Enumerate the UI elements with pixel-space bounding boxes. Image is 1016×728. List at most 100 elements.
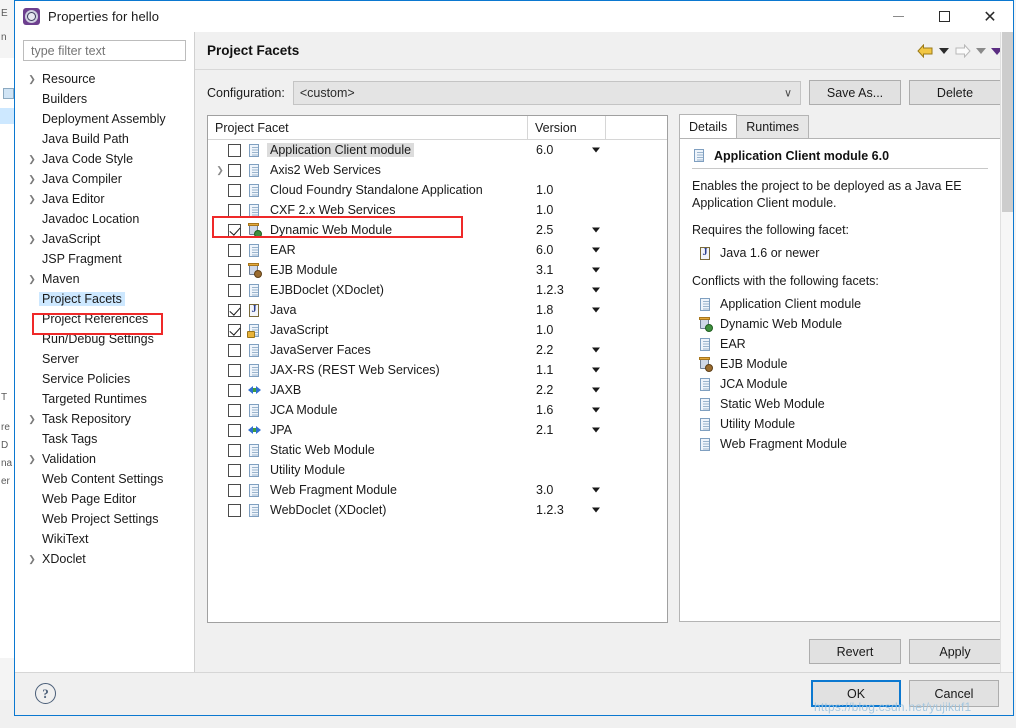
page-scrollbar-thumb[interactable] [1002, 32, 1013, 212]
facet-row[interactable]: ❯CXF 2.x Web Services1.0 [208, 200, 667, 220]
sidebar-item-maven[interactable]: ❯ Maven [15, 269, 194, 289]
facet-checkbox[interactable] [228, 483, 241, 497]
facet-checkbox[interactable] [228, 383, 241, 397]
facet-checkbox[interactable] [228, 183, 241, 197]
configuration-select[interactable]: <custom> ∨ [292, 80, 801, 105]
facet-checkbox[interactable] [228, 343, 241, 357]
facet-checkbox[interactable] [228, 143, 241, 157]
sidebar-item-java-editor[interactable]: ❯ Java Editor [15, 189, 194, 209]
version-dropdown-caret-icon[interactable] [592, 387, 600, 393]
close-button[interactable]: ✕ [967, 1, 1013, 32]
version-dropdown-caret-icon[interactable] [592, 347, 600, 353]
page-scrollbar[interactable] [1000, 32, 1013, 672]
tab-runtimes[interactable]: Runtimes [736, 115, 810, 138]
facet-row[interactable]: ❯Static Web Module [208, 440, 667, 460]
facet-row[interactable]: ❯Dynamic Web Module2.5 [208, 220, 667, 240]
chevron-right-icon[interactable]: ❯ [25, 74, 39, 85]
facet-row[interactable]: ❯JavaScript1.0 [208, 320, 667, 340]
sidebar-item-project-references[interactable]: ❯Project References [15, 309, 194, 329]
facet-row[interactable]: ❯Application Client module6.0 [208, 140, 667, 160]
chevron-right-icon[interactable]: ❯ [25, 174, 39, 185]
sidebar-item-deployment-assembly[interactable]: ❯Deployment Assembly [15, 109, 194, 129]
chevron-right-icon[interactable]: ❯ [25, 554, 39, 565]
sidebar-item-java-compiler[interactable]: ❯ Java Compiler [15, 169, 194, 189]
tab-details[interactable]: Details [679, 114, 738, 138]
facet-row[interactable]: ❯JAX-RS (REST Web Services)1.1 [208, 360, 667, 380]
facet-row[interactable]: ❯Utility Module [208, 460, 667, 480]
save-as-button[interactable]: Save As... [809, 80, 901, 105]
sidebar-item-java-code-style[interactable]: ❯ Java Code Style [15, 149, 194, 169]
chevron-right-icon[interactable]: ❯ [212, 165, 228, 176]
facet-checkbox[interactable] [228, 203, 241, 217]
sidebar-item-builders[interactable]: ❯Builders [15, 89, 194, 109]
facet-checkbox[interactable] [228, 423, 241, 437]
facet-row[interactable]: ❯JCA Module1.6 [208, 400, 667, 420]
help-icon[interactable]: ? [35, 683, 56, 704]
facet-row[interactable]: ❯JJava1.8 [208, 300, 667, 320]
facet-row[interactable]: ❯JPA2.1 [208, 420, 667, 440]
filter-box[interactable] [23, 40, 186, 61]
facet-row[interactable]: ❯WebDoclet (XDoclet)1.2.3 [208, 500, 667, 520]
facet-checkbox[interactable] [228, 263, 241, 277]
sidebar-item-wikitext[interactable]: ❯WikiText [15, 529, 194, 549]
facet-row[interactable]: ❯EJB Module3.1 [208, 260, 667, 280]
chevron-right-icon[interactable]: ❯ [25, 414, 39, 425]
facet-checkbox[interactable] [228, 443, 241, 457]
facet-checkbox[interactable] [228, 163, 241, 177]
facet-row[interactable]: ❯JavaServer Faces2.2 [208, 340, 667, 360]
filter-input[interactable] [29, 42, 180, 59]
facet-checkbox[interactable] [228, 403, 241, 417]
version-dropdown-caret-icon[interactable] [592, 267, 600, 273]
sidebar-item-web-content-settings[interactable]: ❯Web Content Settings [15, 469, 194, 489]
facet-checkbox[interactable] [228, 323, 241, 337]
column-header-project-facet[interactable]: Project Facet [208, 116, 528, 139]
sidebar-item-resource[interactable]: ❯ Resource [15, 69, 194, 89]
sidebar-item-web-project-settings[interactable]: ❯Web Project Settings [15, 509, 194, 529]
chevron-right-icon[interactable]: ❯ [25, 234, 39, 245]
facet-checkbox[interactable] [228, 243, 241, 257]
sidebar-item-targeted-runtimes[interactable]: ❯Targeted Runtimes [15, 389, 194, 409]
facet-checkbox[interactable] [228, 223, 241, 237]
sidebar-item-task-tags[interactable]: ❯Task Tags [15, 429, 194, 449]
version-dropdown-caret-icon[interactable] [592, 507, 600, 513]
version-dropdown-caret-icon[interactable] [592, 147, 600, 153]
version-dropdown-caret-icon[interactable] [592, 427, 600, 433]
sidebar-item-run-debug-settings[interactable]: ❯Run/Debug Settings [15, 329, 194, 349]
version-dropdown-caret-icon[interactable] [592, 247, 600, 253]
sidebar-item-service-policies[interactable]: ❯Service Policies [15, 369, 194, 389]
sidebar-item-server[interactable]: ❯Server [15, 349, 194, 369]
version-dropdown-caret-icon[interactable] [592, 487, 600, 493]
facet-row[interactable]: ❯ Axis2 Web Services [208, 160, 667, 180]
facet-checkbox[interactable] [228, 303, 241, 317]
chevron-right-icon[interactable]: ❯ [25, 154, 39, 165]
sidebar-item-jsp-fragment[interactable]: ❯JSP Fragment [15, 249, 194, 269]
facet-row[interactable]: ❯Cloud Foundry Standalone Application1.0 [208, 180, 667, 200]
facet-row[interactable]: ❯EJBDoclet (XDoclet)1.2.3 [208, 280, 667, 300]
minimize-button[interactable] [875, 1, 921, 32]
column-header-version[interactable]: Version [528, 116, 606, 139]
facet-checkbox[interactable] [228, 363, 241, 377]
back-menu-chevron-down-icon[interactable] [939, 48, 949, 54]
chevron-right-icon[interactable]: ❯ [25, 454, 39, 465]
apply-button[interactable]: Apply [909, 639, 1001, 664]
facet-checkbox[interactable] [228, 463, 241, 477]
sidebar-item-xdoclet[interactable]: ❯ XDoclet [15, 549, 194, 569]
sidebar-item-project-facets[interactable]: ❯Project Facets [15, 289, 194, 309]
version-dropdown-caret-icon[interactable] [592, 407, 600, 413]
delete-button[interactable]: Delete [909, 80, 1001, 105]
version-dropdown-caret-icon[interactable] [592, 367, 600, 373]
facet-row[interactable]: ❯EAR6.0 [208, 240, 667, 260]
sidebar-item-javadoc-location[interactable]: ❯Javadoc Location [15, 209, 194, 229]
sidebar-item-java-build-path[interactable]: ❯Java Build Path [15, 129, 194, 149]
sidebar-item-task-repository[interactable]: ❯ Task Repository [15, 409, 194, 429]
chevron-right-icon[interactable]: ❯ [25, 194, 39, 205]
revert-button[interactable]: Revert [809, 639, 901, 664]
forward-menu-chevron-down-icon[interactable] [976, 48, 986, 54]
back-arrow-icon[interactable] [917, 44, 934, 58]
facet-row[interactable]: ❯JAXB2.2 [208, 380, 667, 400]
version-dropdown-caret-icon[interactable] [592, 227, 600, 233]
maximize-button[interactable] [921, 1, 967, 32]
sidebar-item-javascript[interactable]: ❯ JavaScript [15, 229, 194, 249]
version-dropdown-caret-icon[interactable] [592, 307, 600, 313]
facet-row[interactable]: ❯Web Fragment Module3.0 [208, 480, 667, 500]
